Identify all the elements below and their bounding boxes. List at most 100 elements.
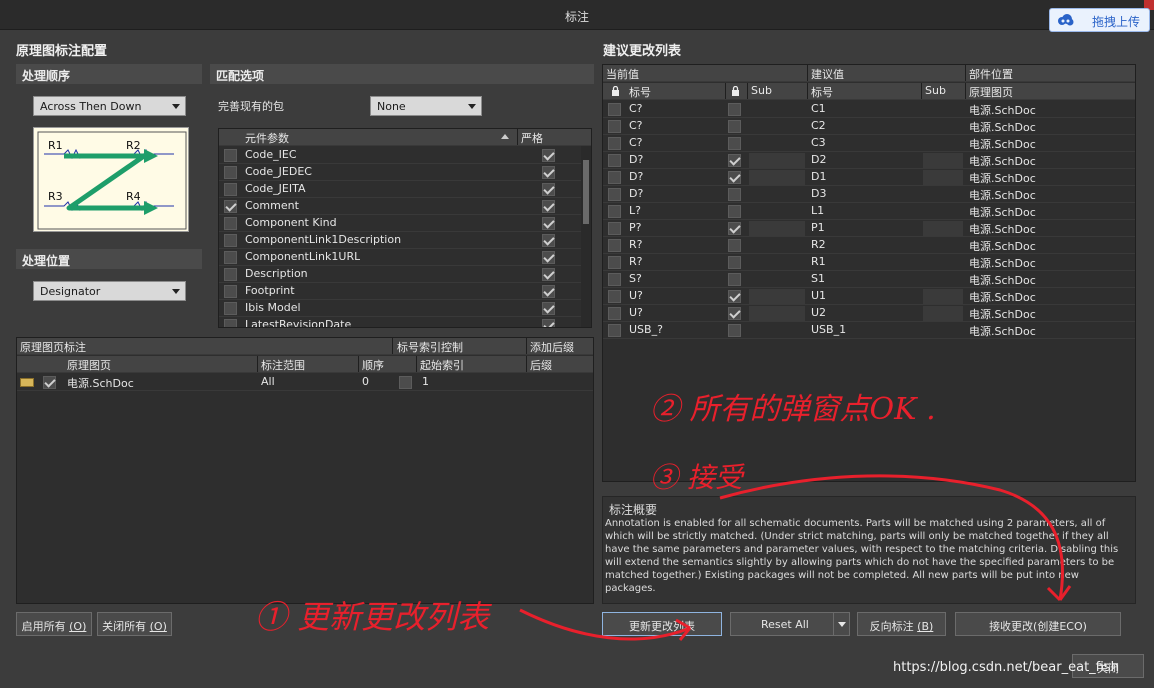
current-designator: C? [629,119,643,132]
sub-lock-checkbox[interactable] [728,273,741,286]
param-row[interactable]: Footprint [219,283,583,300]
change-row[interactable]: R? R1 电源.SchDoc [603,254,1135,271]
row-lock-checkbox[interactable] [608,188,621,201]
proposed-designator: S1 [811,272,825,285]
param-row[interactable]: LatestRevisionDate [219,317,583,327]
lock-icon [732,86,739,96]
param-checkbox[interactable] [224,149,237,162]
reset-dropdown-toggle[interactable] [833,613,849,635]
disable-all-button[interactable]: 关闭所有 (O) [97,612,172,636]
param-row[interactable]: Code_IEC [219,147,583,164]
proposed-designator: C3 [811,136,826,149]
sub-lock-checkbox[interactable] [728,256,741,269]
param-strict-checkbox[interactable] [542,268,555,281]
param-strict-checkbox[interactable] [542,285,555,298]
change-row[interactable]: S? S1 电源.SchDoc [603,271,1135,288]
param-strict-checkbox[interactable] [542,251,555,264]
sheet-enable-checkbox[interactable] [43,376,56,389]
sub-lock-checkbox[interactable] [728,307,741,320]
param-row[interactable]: ComponentLink1URL [219,249,583,266]
position-dropdown[interactable]: Designator [33,281,186,301]
sub-lock-checkbox[interactable] [728,290,741,303]
sub-lock-checkbox[interactable] [728,222,741,235]
param-row[interactable]: Description [219,266,583,283]
update-changes-button[interactable]: 更新更改列表 [602,612,722,636]
complete-packages-dropdown[interactable]: None [370,96,482,116]
sheet-scope[interactable]: All [261,375,275,388]
param-row[interactable]: Code_JEITA [219,181,583,198]
param-row[interactable]: Component Kind [219,215,583,232]
change-row[interactable]: R? R2 电源.SchDoc [603,237,1135,254]
param-strict-checkbox[interactable] [542,200,555,213]
param-strict-checkbox[interactable] [542,149,555,162]
accept-changes-button[interactable]: 接收更改(创建ECO) [955,612,1121,636]
row-lock-checkbox[interactable] [608,273,621,286]
sub-lock-checkbox[interactable] [728,103,741,116]
param-checkbox[interactable] [224,268,237,281]
param-checkbox[interactable] [224,166,237,179]
row-lock-checkbox[interactable] [608,239,621,252]
sub-lock-checkbox[interactable] [728,137,741,150]
change-row[interactable]: C? C3 电源.SchDoc [603,135,1135,152]
param-strict-checkbox[interactable] [542,166,555,179]
enable-all-button[interactable]: 启用所有 (O) [16,612,92,636]
row-lock-checkbox[interactable] [608,205,621,218]
sub-lock-checkbox[interactable] [728,154,741,167]
param-checkbox[interactable] [224,200,237,213]
sheet-row[interactable]: 电源.SchDoc All 0 1 [17,374,593,391]
param-checkbox[interactable] [224,234,237,247]
change-row[interactable]: USB_? USB_1 电源.SchDoc [603,322,1135,339]
param-checkbox[interactable] [224,217,237,230]
param-checkbox[interactable] [224,319,237,327]
row-lock-checkbox[interactable] [608,290,621,303]
sub-lock-checkbox[interactable] [728,171,741,184]
change-row[interactable]: U? U1 电源.SchDoc [603,288,1135,305]
row-lock-checkbox[interactable] [608,324,621,337]
param-checkbox[interactable] [224,285,237,298]
param-strict-checkbox[interactable] [542,319,555,327]
reset-all-button[interactable]: Reset All [730,612,850,636]
change-row[interactable]: P? P1 电源.SchDoc [603,220,1135,237]
row-lock-checkbox[interactable] [608,171,621,184]
row-lock-checkbox[interactable] [608,222,621,235]
param-row[interactable]: Code_JEDEC [219,164,583,181]
change-row[interactable]: D? D1 电源.SchDoc [603,169,1135,186]
change-row[interactable]: L? L1 电源.SchDoc [603,203,1135,220]
param-scrollbar[interactable] [581,146,591,327]
param-checkbox[interactable] [224,251,237,264]
param-strict-checkbox[interactable] [542,183,555,196]
back-annotate-button[interactable]: 反向标注 (B) [857,612,946,636]
scrollbar-thumb[interactable] [583,160,589,224]
change-row[interactable]: U? U2 电源.SchDoc [603,305,1135,322]
row-lock-checkbox[interactable] [608,120,621,133]
param-row[interactable]: Comment [219,198,583,215]
sheet-start-index[interactable]: 1 [422,375,429,388]
diagram-label-r3: R3 [48,190,63,203]
order-dropdown[interactable]: Across Then Down [33,96,186,116]
sub-lock-checkbox[interactable] [728,188,741,201]
row-lock-checkbox[interactable] [608,256,621,269]
sub-lock-checkbox[interactable] [728,324,741,337]
row-lock-checkbox[interactable] [608,137,621,150]
param-strict-checkbox[interactable] [542,217,555,230]
sheet-index-checkbox[interactable] [399,376,412,389]
param-row[interactable]: ComponentLink1Description [219,232,583,249]
param-checkbox[interactable] [224,302,237,315]
change-row[interactable]: D? D3 电源.SchDoc [603,186,1135,203]
row-lock-checkbox[interactable] [608,154,621,167]
change-row[interactable]: D? D2 电源.SchDoc [603,152,1135,169]
change-row[interactable]: C? C1 电源.SchDoc [603,101,1135,118]
param-strict-checkbox[interactable] [542,302,555,315]
sub-lock-checkbox[interactable] [728,120,741,133]
sub-lock-checkbox[interactable] [728,239,741,252]
row-lock-checkbox[interactable] [608,307,621,320]
param-row[interactable]: Ibis Model [219,300,583,317]
param-strict-checkbox[interactable] [542,234,555,247]
sub-lock-checkbox[interactable] [728,205,741,218]
change-row[interactable]: C? C2 电源.SchDoc [603,118,1135,135]
param-checkbox[interactable] [224,183,237,196]
row-lock-checkbox[interactable] [608,103,621,116]
sheet-order[interactable]: 0 [362,375,369,388]
note-click-ok: ② 所有的弹窗点OK . [650,392,936,427]
drag-upload-button[interactable]: 拖拽上传 [1049,8,1150,32]
